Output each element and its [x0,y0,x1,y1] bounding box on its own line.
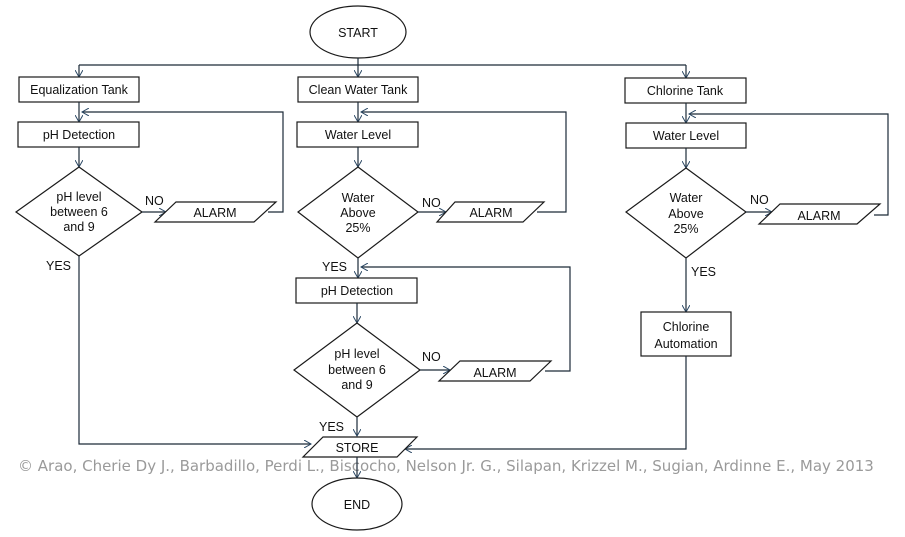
ph-decision-2: pH level between 6 and 9 [292,322,422,418]
chlorine-tank-label: Chlorine Tank [647,84,724,98]
chlorine-tank-box: Chlorine Tank [624,77,747,104]
ph-detection-label-1: pH Detection [43,128,115,142]
alarm-2-label: ALARM [469,206,512,220]
no-label-3: NO [422,350,441,364]
clean-water-tank-box: Clean Water Tank [297,76,419,103]
equalization-tank-box: Equalization Tank [18,76,140,103]
clean-water-tank-label: Clean Water Tank [309,83,408,97]
store-label: STORE [336,441,379,455]
water-decision-2: Water Above 25% [624,167,748,259]
chlorine-automation-box: Chlorine Automation [640,311,732,357]
yes-label-1: YES [46,259,71,273]
alarm-2: ALARM [435,201,546,223]
water-level-box-2: Water Level [625,122,747,149]
chlorine-automation-line2: Automation [654,337,717,351]
alarm-4-label: ALARM [797,209,840,223]
water-decision-2-line3: 25% [673,222,698,236]
yes-label-4: YES [691,265,716,279]
chlorine-automation-line1: Chlorine [663,320,710,334]
water-decision-1: Water Above 25% [297,166,419,259]
alarm-3: ALARM [437,360,553,382]
ph-detection-box-2: pH Detection [295,277,418,304]
water-decision-2-line1: Water [670,191,703,205]
connector-start-distribution [79,58,686,78]
alarm-4: ALARM [757,203,882,225]
flowchart-canvas: START Equalization Tank pH Detection pH … [14,5,889,531]
ph-decision-1: pH level between 6 and 9 [14,166,144,257]
end-label: END [344,498,370,512]
water-level-label-2: Water Level [653,129,719,143]
no-label-1: NO [145,194,164,208]
copyright-text: © Arao, Cherie Dy J., Barbadillo, Perdi … [18,457,874,475]
start-label: START [338,26,378,40]
ph-decision-1-line1: pH level [56,190,101,204]
yes-label-2: YES [322,260,347,274]
start-terminal: START [309,5,407,59]
water-decision-2-line2: Above [668,207,703,221]
equalization-tank-label: Equalization Tank [30,83,129,97]
alarm-1: ALARM [153,201,278,223]
water-decision-1-line2: Above [340,206,375,220]
water-decision-1-line1: Water [342,191,375,205]
yes-to-store-connector-1 [78,256,311,444]
store-box: STORE [301,436,419,458]
no-label-4: NO [750,193,769,207]
end-terminal: END [311,477,403,531]
ph-decision-1-line2: between 6 [50,205,108,219]
water-decision-1-line3: 25% [345,221,370,235]
ph-detection-box-1: pH Detection [17,121,140,148]
ph-decision-1-line3: and 9 [63,220,94,234]
water-level-label-1: Water Level [325,128,391,142]
ph-detection-label-2: pH Detection [321,284,393,298]
water-level-box-1: Water Level [296,121,419,148]
ph-decision-2-line3: and 9 [341,378,372,392]
ph-decision-2-line2: between 6 [328,363,386,377]
alarm-3-label: ALARM [473,366,516,380]
alarm-1-label: ALARM [193,206,236,220]
no-label-2: NO [422,196,441,210]
yes-label-3: YES [319,420,344,434]
ph-decision-2-line1: pH level [334,347,379,361]
